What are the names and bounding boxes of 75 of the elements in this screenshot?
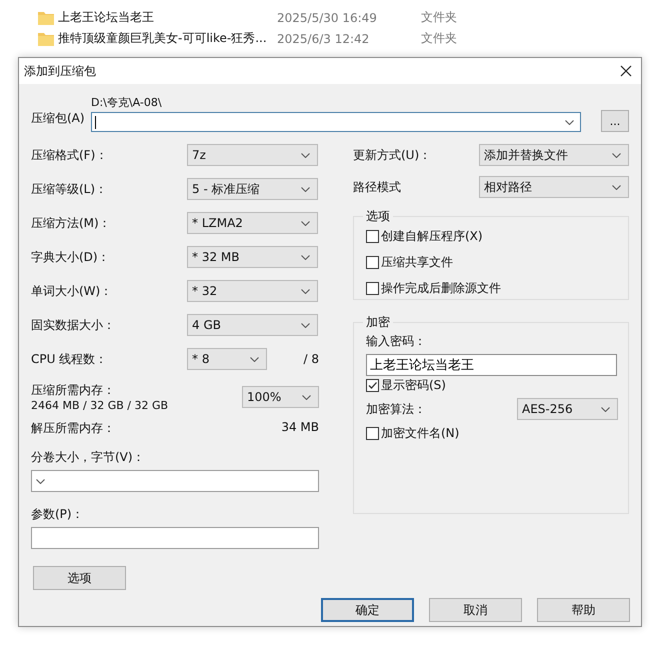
field-label: 加密算法： bbox=[366, 400, 426, 418]
file-name[interactable]: 推特顶级童颜巨乳美女-可可like-狂秀... bbox=[58, 30, 277, 47]
caret-icon bbox=[250, 356, 259, 362]
field-label: 解压所需内存： bbox=[31, 420, 115, 437]
group-title: 选项 bbox=[365, 208, 391, 225]
checkbox-label[interactable]: 创建自解压程序(X) bbox=[381, 228, 483, 244]
caret-icon bbox=[301, 220, 310, 226]
caret-icon bbox=[612, 184, 621, 190]
file-name[interactable]: 上老王论坛当老王 bbox=[58, 9, 277, 26]
checkbox[interactable] bbox=[366, 282, 379, 294]
dropdown[interactable]: 7z bbox=[187, 144, 318, 166]
field-label: 压缩等级(L)： bbox=[31, 180, 108, 198]
checkbox-label[interactable]: 操作完成后删除源文件 bbox=[381, 280, 501, 296]
caret-icon bbox=[612, 152, 621, 158]
field-label: 压缩方法(M)： bbox=[31, 214, 112, 232]
volume-size-dropdown[interactable] bbox=[31, 470, 319, 492]
field-label: 路径模式 bbox=[353, 178, 401, 196]
caret-icon bbox=[301, 186, 310, 192]
field-label: 压缩格式(F)： bbox=[31, 146, 108, 164]
folder-icon bbox=[38, 32, 54, 46]
window-title: 添加到压缩包 bbox=[24, 62, 96, 80]
caret-icon bbox=[565, 120, 574, 124]
field-label: 单词大小(W)： bbox=[31, 282, 114, 300]
caret-icon bbox=[601, 406, 610, 412]
field-label: 分卷大小，字节(V)： bbox=[31, 449, 146, 466]
dropdown[interactable]: * 8 bbox=[187, 348, 267, 370]
file-date: 2025/6/3 12:42 bbox=[277, 32, 370, 46]
dropdown[interactable]: 5 - 标准压缩 bbox=[187, 178, 318, 200]
caret-icon bbox=[36, 478, 45, 484]
browse-button[interactable]: ... bbox=[601, 110, 629, 132]
checkbox-label[interactable]: 压缩共享文件 bbox=[381, 254, 453, 270]
dropdown[interactable]: 4 GB bbox=[187, 314, 318, 336]
dropdown[interactable]: * LZMA2 bbox=[187, 212, 318, 234]
checkbox-label[interactable]: 加密文件名(N) bbox=[381, 424, 460, 442]
caret-icon bbox=[301, 152, 310, 158]
checkbox-label[interactable]: 显示密码(S) bbox=[381, 376, 446, 394]
options-button[interactable]: 选项 bbox=[33, 566, 126, 590]
dropdown[interactable]: 相对路径 bbox=[479, 176, 629, 198]
dialog-button[interactable]: 帮助 bbox=[537, 598, 630, 622]
thread-count: / 8 bbox=[304, 352, 319, 366]
password-field[interactable]: 上老王论坛当老王 bbox=[366, 354, 617, 376]
checkbox[interactable] bbox=[366, 256, 379, 268]
checkbox[interactable] bbox=[366, 230, 379, 242]
field-label: 输入密码： bbox=[366, 333, 427, 350]
checkbox[interactable] bbox=[366, 426, 379, 440]
dialog-button[interactable]: 取消 bbox=[429, 598, 522, 622]
group-title: 加密 bbox=[365, 314, 391, 331]
archive-name-field[interactable] bbox=[91, 112, 581, 132]
field-label: 字典大小(D)： bbox=[31, 248, 111, 266]
caret-icon bbox=[301, 254, 310, 260]
dropdown[interactable]: * 32 MB bbox=[187, 246, 318, 268]
file-type: 文件夹 bbox=[421, 9, 457, 26]
file-date: 2025/5/30 16:49 bbox=[277, 10, 378, 24]
field-label: 固实数据大小： bbox=[31, 316, 116, 334]
caret-icon bbox=[301, 288, 310, 294]
field-label: CPU 线程数： bbox=[31, 350, 108, 368]
dialog-button[interactable]: 确定 bbox=[321, 598, 414, 622]
dropdown[interactable]: 添加并替换文件 bbox=[479, 144, 629, 166]
field-label: 参数(P)： bbox=[31, 506, 85, 523]
memory-usage: 2464 MB / 32 GB / 32 GB bbox=[31, 399, 168, 412]
file-type: 文件夹 bbox=[421, 30, 457, 47]
archive-path: D:\夸克\A-08\ bbox=[91, 95, 163, 110]
field-label: 压缩所需内存： bbox=[31, 382, 116, 399]
dropdown[interactable]: * 32 bbox=[187, 280, 318, 302]
checkbox[interactable] bbox=[366, 378, 379, 392]
folder-icon bbox=[38, 10, 54, 24]
archive-label: 压缩包(A) bbox=[31, 110, 86, 127]
dropdown[interactable]: AES-256 bbox=[517, 398, 618, 420]
dropdown[interactable]: 100% bbox=[242, 386, 319, 408]
caret-icon bbox=[302, 394, 311, 400]
caret-icon bbox=[301, 322, 310, 328]
parameters-field[interactable] bbox=[31, 527, 319, 549]
close-icon[interactable] bbox=[620, 65, 632, 77]
memory-value: 34 MB bbox=[281, 420, 319, 436]
field-label: 更新方式(U)： bbox=[353, 146, 432, 164]
